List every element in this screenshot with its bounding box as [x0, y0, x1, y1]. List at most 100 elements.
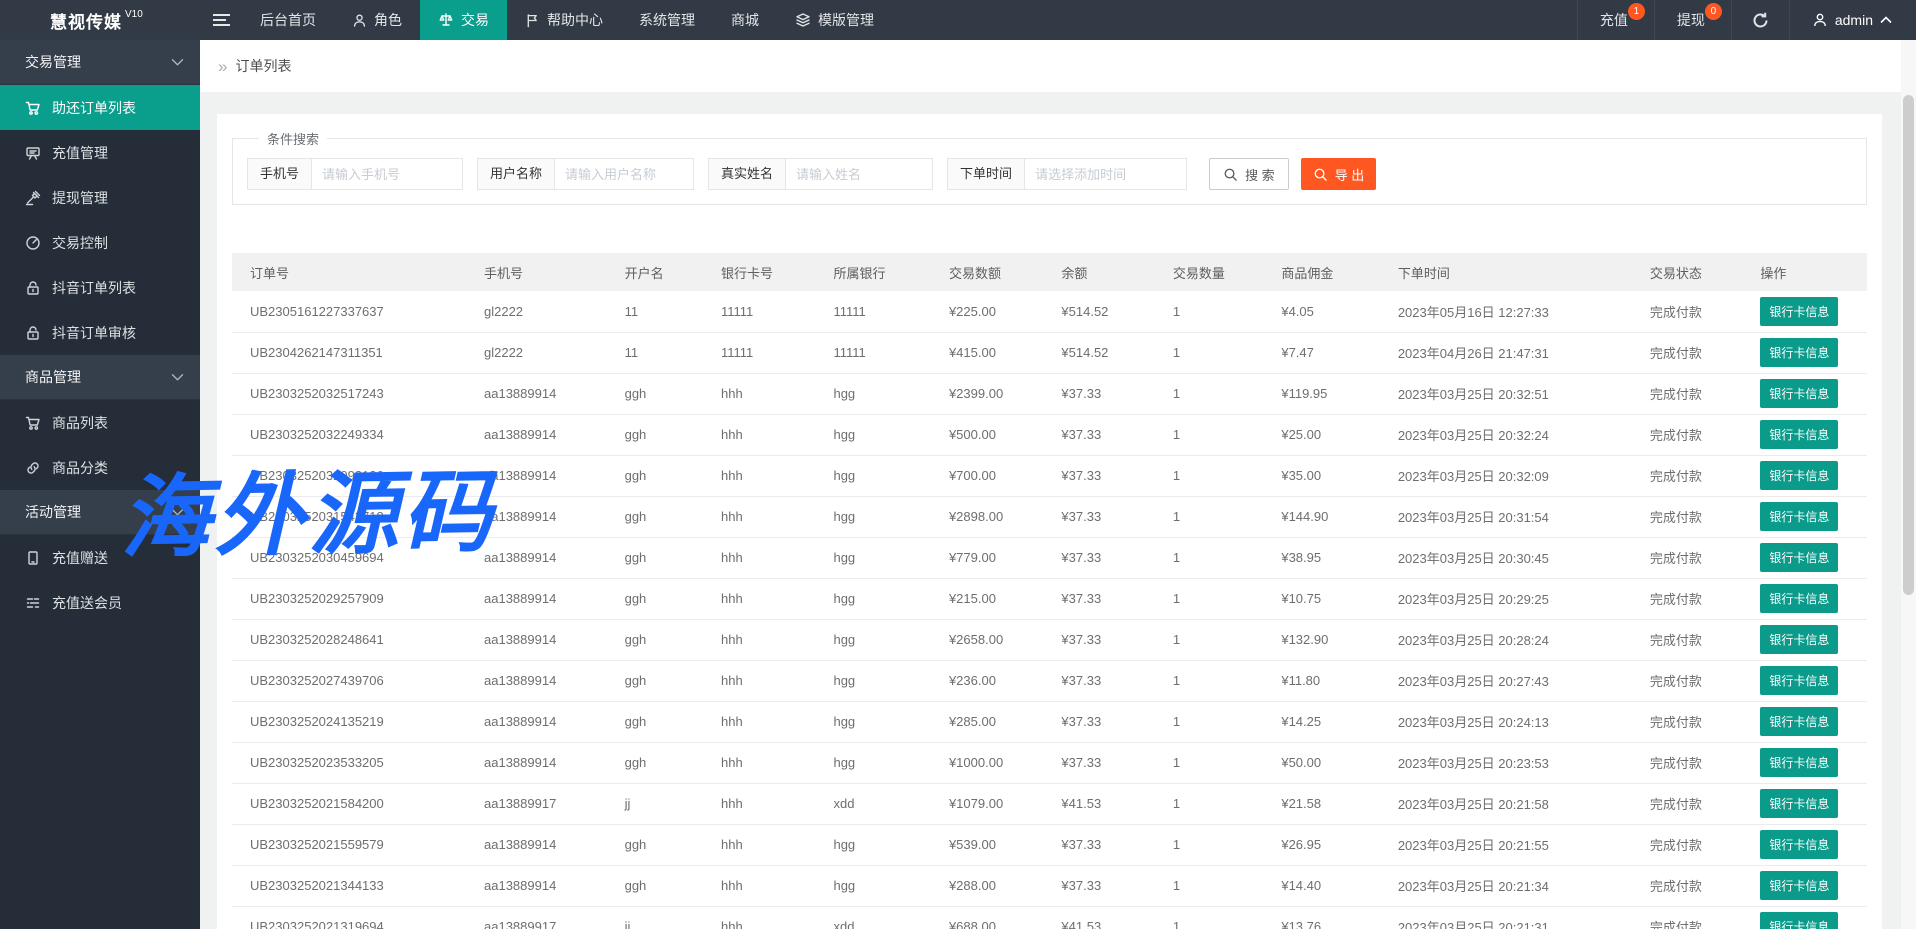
column-header: 操作	[1742, 253, 1867, 291]
nav-item-home[interactable]: 后台首页	[242, 0, 334, 40]
column-header: 所属银行	[815, 253, 930, 291]
table-cell: 完成付款	[1632, 578, 1742, 619]
bank-card-info-button[interactable]: 银行卡信息	[1760, 707, 1838, 736]
table-cell: UB2303252031543718	[232, 496, 466, 537]
bank-card-info-button[interactable]: 银行卡信息	[1760, 338, 1838, 367]
table-cell-actions: 银行卡信息	[1742, 742, 1867, 783]
table-cell: 1	[1155, 660, 1263, 701]
table-cell: aa13889917	[466, 783, 607, 824]
bank-card-info-button[interactable]: 银行卡信息	[1760, 748, 1838, 777]
table-cell: ¥700.00	[931, 455, 1043, 496]
column-header: 银行卡号	[703, 253, 815, 291]
table-cell: 完成付款	[1632, 537, 1742, 578]
table-row: UB2303252021559579aa13889914gghhhhhgg¥53…	[232, 824, 1867, 865]
table-cell-actions: 银行卡信息	[1742, 906, 1867, 929]
bank-card-info-button[interactable]: 银行卡信息	[1760, 461, 1838, 490]
sidebar-section-activity-mgmt[interactable]: 活动管理	[0, 490, 200, 535]
nav-item-system[interactable]: 系统管理	[621, 0, 713, 40]
table-cell: 1	[1155, 906, 1263, 929]
table-row: UB2305161227337637gl2222111111111111¥225…	[232, 291, 1867, 332]
export-button[interactable]: 导 出	[1301, 158, 1377, 190]
table-cell: 完成付款	[1632, 414, 1742, 455]
sidebar-item-douyin-order-list[interactable]: 抖音订单列表	[0, 265, 200, 310]
bank-card-info-button[interactable]: 银行卡信息	[1760, 379, 1838, 408]
table-cell: ¥215.00	[931, 578, 1043, 619]
nav-item-template[interactable]: 模版管理	[777, 0, 892, 40]
username-input[interactable]	[554, 158, 694, 190]
table-cell: 1	[1155, 496, 1263, 537]
table-cell: 2023年03月25日 20:24:13	[1380, 701, 1632, 742]
user-menu[interactable]: admin	[1789, 0, 1916, 40]
table-cell: hhh	[703, 373, 815, 414]
table-cell: 完成付款	[1632, 906, 1742, 929]
table-cell: hhh	[703, 537, 815, 578]
phone-input[interactable]	[311, 158, 463, 190]
table-cell: 完成付款	[1632, 332, 1742, 373]
search-icon	[1223, 167, 1238, 182]
bank-card-info-button[interactable]: 银行卡信息	[1760, 789, 1838, 818]
nav-item-roles[interactable]: 角色	[334, 0, 420, 40]
table-cell: ¥14.40	[1263, 865, 1379, 906]
table-cell: ¥119.95	[1263, 373, 1379, 414]
sidebar-section-trade-mgmt[interactable]: 交易管理	[0, 40, 200, 85]
bank-card-info-button[interactable]: 银行卡信息	[1760, 830, 1838, 859]
table-cell: ¥37.33	[1043, 455, 1154, 496]
table-cell-actions: 银行卡信息	[1742, 291, 1867, 332]
sidebar-item-recharge-mgmt[interactable]: 充值管理	[0, 130, 200, 175]
scrollbar-thumb[interactable]	[1903, 95, 1914, 595]
bank-card-info-button[interactable]: 银行卡信息	[1760, 584, 1838, 613]
sidebar-item-trade-control[interactable]: 交易控制	[0, 220, 200, 265]
nav-item-label: 帮助中心	[547, 10, 603, 30]
nav-item-withdraw[interactable]: 提现 0	[1654, 0, 1731, 40]
table-cell: hhh	[703, 496, 815, 537]
table-cell: ¥132.90	[1263, 619, 1379, 660]
table-cell: ¥7.47	[1263, 332, 1379, 373]
search-group-realname: 真实姓名	[708, 158, 933, 190]
sidebar-item-recharge-vip[interactable]: 充值送会员	[0, 580, 200, 625]
refresh-button[interactable]	[1731, 0, 1789, 40]
table-cell-actions: 银行卡信息	[1742, 783, 1867, 824]
nav-item-trade[interactable]: 交易	[420, 0, 507, 40]
sidebar-section-goods-mgmt[interactable]: 商品管理	[0, 355, 200, 400]
sidebar-item-recharge-gift[interactable]: 充值赠送	[0, 535, 200, 580]
nav-item-label: 角色	[374, 10, 402, 30]
table-cell: ¥288.00	[931, 865, 1043, 906]
sidebar-item-goods-category[interactable]: 商品分类	[0, 445, 200, 490]
sidebar-item-goods-list[interactable]: 商品列表	[0, 400, 200, 445]
bank-card-info-button[interactable]: 银行卡信息	[1760, 871, 1838, 900]
bank-card-info-button[interactable]: 银行卡信息	[1760, 666, 1838, 695]
table-cell: 2023年03月25日 20:21:58	[1380, 783, 1632, 824]
table-cell: hhh	[703, 414, 815, 455]
vertical-scrollbar[interactable]	[1901, 40, 1916, 929]
realname-input[interactable]	[785, 158, 933, 190]
order-time-input[interactable]	[1024, 158, 1187, 190]
table-cell: ggh	[607, 537, 703, 578]
bank-card-info-button[interactable]: 银行卡信息	[1760, 912, 1838, 929]
sidebar-item-douyin-order-audit[interactable]: 抖音订单审核	[0, 310, 200, 355]
table-cell: UB2303252021319694	[232, 906, 466, 929]
sidebar-item-repay-order-list[interactable]: 助还订单列表	[0, 85, 200, 130]
bank-card-info-button[interactable]: 银行卡信息	[1760, 297, 1838, 326]
table-cell: ¥37.33	[1043, 865, 1154, 906]
nav-item-recharge[interactable]: 充值 1	[1577, 0, 1654, 40]
nav-item-help[interactable]: 帮助中心	[507, 0, 621, 40]
refresh-icon	[1752, 12, 1769, 29]
search-button[interactable]: 搜 索	[1209, 158, 1289, 190]
chevron-down-icon	[171, 508, 184, 517]
bank-card-info-button[interactable]: 银行卡信息	[1760, 502, 1838, 531]
bank-card-info-button[interactable]: 银行卡信息	[1760, 420, 1838, 449]
table-row: UB2303252021344133aa13889914gghhhhhgg¥28…	[232, 865, 1867, 906]
table-cell: hgg	[815, 865, 930, 906]
bank-card-info-button[interactable]: 银行卡信息	[1760, 543, 1838, 572]
menu-toggle-button[interactable]	[200, 0, 242, 40]
bank-card-info-button[interactable]: 银行卡信息	[1760, 625, 1838, 654]
nav-item-label: 交易	[461, 10, 489, 30]
table-cell: aa13889914	[466, 373, 607, 414]
search-group-username: 用户名称	[477, 158, 694, 190]
nav-item-mall[interactable]: 商城	[713, 0, 777, 40]
table-cell: 1	[1155, 414, 1263, 455]
sidebar-item-withdraw-mgmt[interactable]: 提现管理	[0, 175, 200, 220]
withdraw-label: 提现	[1677, 10, 1705, 30]
sidebar-item-label: 充值管理	[52, 143, 108, 163]
sidebar-item-label: 商品列表	[52, 413, 108, 433]
